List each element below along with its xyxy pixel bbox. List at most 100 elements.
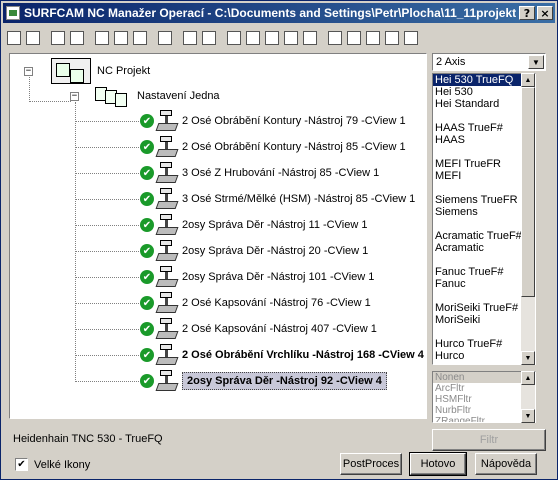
collapse-toggle[interactable]: − [70, 91, 79, 101]
paste-icon[interactable] [131, 29, 149, 47]
check-icon: ✔ [140, 166, 154, 180]
paste-op-icon[interactable] [68, 29, 86, 47]
doc2-icon-glyph [347, 31, 361, 45]
title-bar[interactable]: SURFCAM NC Manažer Operací - C:\Document… [3, 3, 555, 23]
chevron-down-icon[interactable]: ▼ [528, 55, 544, 69]
check-icon: ✔ [140, 192, 154, 206]
delete-icon[interactable] [156, 29, 174, 47]
postprocessor-item[interactable]: HAAS TrueF# [433, 122, 535, 134]
operation-item[interactable]: ✔ 3 Osé Z Hrubování -Nástroj 85 -CView 1 [140, 162, 379, 184]
operation-tool-icon [155, 162, 179, 184]
operation-tool-icon [155, 344, 179, 366]
postprocessor-item[interactable]: Fanuc TrueF# [433, 266, 535, 278]
operation-item[interactable]: ✔ 2osy Správa Děr -Nástroj 11 -CView 1 [140, 214, 367, 236]
collapse-toggle[interactable]: − [24, 66, 33, 76]
large-icons-checkbox[interactable]: ✔ Velké Ikony [15, 458, 90, 471]
postproces-button[interactable]: PostProces [340, 453, 402, 475]
link-icon[interactable] [364, 29, 382, 47]
scroll-up-icon[interactable]: ▲ [521, 371, 535, 385]
operation-item[interactable]: ✔ 2osy Správa Děr -Nástroj 101 -CView 1 [140, 266, 374, 288]
operation-label: 2 Osé Kapsování -Nástroj 407 -CView 1 [182, 323, 377, 335]
tree-node-nc-projekt[interactable]: − NC Projekt [24, 58, 150, 84]
tree-guide [75, 251, 139, 252]
copy-icon-glyph [114, 31, 128, 45]
axis-select[interactable]: 2 Axis ▼ [432, 53, 546, 71]
filter-item[interactable]: HSMFltr [433, 394, 535, 405]
postprocessor-item[interactable]: Hei 530 [433, 86, 535, 98]
tree-guide [75, 277, 139, 278]
doc2-icon[interactable] [345, 29, 363, 47]
scroll-down-icon[interactable]: ▼ [521, 351, 535, 365]
check-icon: ✔ [140, 270, 154, 284]
filter-item[interactable]: ArcFltr [433, 383, 535, 394]
scroll-down-icon[interactable]: ▼ [521, 409, 535, 423]
collapse-icon[interactable] [24, 29, 42, 47]
operation-item[interactable]: ✔ 2 Osé Obrábění Vrchlíku -Nástroj 168 -C… [140, 344, 424, 366]
help-button[interactable]: ? [519, 6, 535, 20]
postprocessor-item[interactable]: MEFI TrueFR [433, 158, 535, 170]
down-icon[interactable] [282, 29, 300, 47]
close-button[interactable]: × [537, 6, 553, 20]
operation-item[interactable]: ✔ 2 Osé Kapsování -Nástroj 407 -CView 1 [140, 318, 377, 340]
toolbar [5, 27, 553, 49]
scroll-thumb[interactable] [521, 87, 535, 297]
machine-icon[interactable] [225, 29, 243, 47]
postprocessor-item[interactable]: Acramatic TrueF# [433, 230, 535, 242]
postprocessor-item[interactable]: Hei Standard [433, 98, 535, 110]
napoveda-button[interactable]: Nápověda [475, 453, 537, 475]
postprocessor-scrollbar[interactable]: ▲ ▼ [521, 73, 535, 365]
postprocessor-item[interactable]: Fanuc [433, 278, 535, 290]
postprocessor-item[interactable]: Hurco TrueF# [433, 338, 535, 350]
postprocessor-item[interactable]: MoriSeiki TrueF# [433, 302, 535, 314]
operation-item[interactable]: ✔ 2 Osé Obrábění Kontury -Nástroj 79 -CVi… [140, 110, 406, 132]
postprocessor-item[interactable]: HAAS [433, 134, 535, 146]
filter-item[interactable]: NurbFltr [433, 405, 535, 416]
filter-scrollbar[interactable]: ▲ ▼ [521, 371, 535, 423]
tree-guide [75, 147, 139, 148]
list-gap [433, 362, 535, 364]
operation-tree[interactable]: − NC Projekt − Nastavení Jedna ✔ 2 Osé Ob… [9, 53, 427, 419]
cut-icon[interactable] [93, 29, 111, 47]
scroll-up-icon[interactable]: ▲ [521, 73, 535, 87]
post-icon-glyph [246, 31, 260, 45]
doc-icon[interactable] [326, 29, 344, 47]
filtr-button[interactable]: Filtr [432, 429, 546, 451]
verify-icon[interactable] [200, 29, 218, 47]
operation-item[interactable]: ✔ 2 Osé Kapsování -Nástroj 76 -CView 1 [140, 292, 371, 314]
postprocessor-item[interactable]: MoriSeiki [433, 314, 535, 326]
tool2-icon[interactable] [301, 29, 319, 47]
clock-icon[interactable] [181, 29, 199, 47]
filter-item[interactable]: ZRangeFltr [433, 416, 535, 422]
dots2-icon[interactable] [402, 29, 420, 47]
tree-node-setup[interactable]: − Nastavení Jedna [70, 85, 220, 107]
operation-item[interactable]: ✔ 2osy Správa Děr -Nástroj 92 -CView 4 [140, 370, 387, 392]
expand-icon[interactable] [5, 29, 23, 47]
postprocessor-item[interactable]: Hurco [433, 350, 535, 362]
check-icon: ✔ [140, 374, 154, 388]
operation-item[interactable]: ✔ 3 Osé Strmé/Mělké (HSM) -Nástroj 85 -CV… [140, 188, 415, 210]
operation-label: 2osy Správa Děr -Nástroj 20 -CView 1 [182, 245, 369, 257]
copy-op-icon[interactable] [49, 29, 67, 47]
postprocessor-item[interactable]: Siemens [433, 206, 535, 218]
filter-item[interactable]: Nonen [433, 372, 535, 383]
dots2-icon-glyph [404, 31, 418, 45]
doc-icon-glyph [328, 31, 342, 45]
postprocessor-item[interactable]: MEFI [433, 170, 535, 182]
link-icon-glyph [366, 31, 380, 45]
postprocessor-item[interactable]: Hei 530 TrueFQ [433, 74, 535, 86]
nc-manager-window: SURFCAM NC Manažer Operací - C:\Document… [0, 0, 558, 480]
operation-item[interactable]: ✔ 2 Osé Obrábění Kontury -Nástroj 85 -CVi… [140, 136, 406, 158]
dots-icon[interactable] [383, 29, 401, 47]
postprocessor-item[interactable]: Acramatic [433, 242, 535, 254]
list-gap [433, 182, 535, 194]
operation-item[interactable]: ✔ 2osy Správa Děr -Nástroj 20 -CView 1 [140, 240, 368, 262]
copy-icon[interactable] [112, 29, 130, 47]
postprocessor-item[interactable]: Siemens TrueFR [433, 194, 535, 206]
check-icon: ✔ [140, 114, 154, 128]
tool-icon[interactable] [263, 29, 281, 47]
post-icon[interactable] [244, 29, 262, 47]
operation-label: 2 Osé Kapsování -Nástroj 76 -CView 1 [182, 297, 371, 309]
hotovo-button[interactable]: Hotovo [409, 452, 467, 476]
list-gap [433, 110, 535, 122]
checkbox-box[interactable]: ✔ [15, 458, 28, 471]
